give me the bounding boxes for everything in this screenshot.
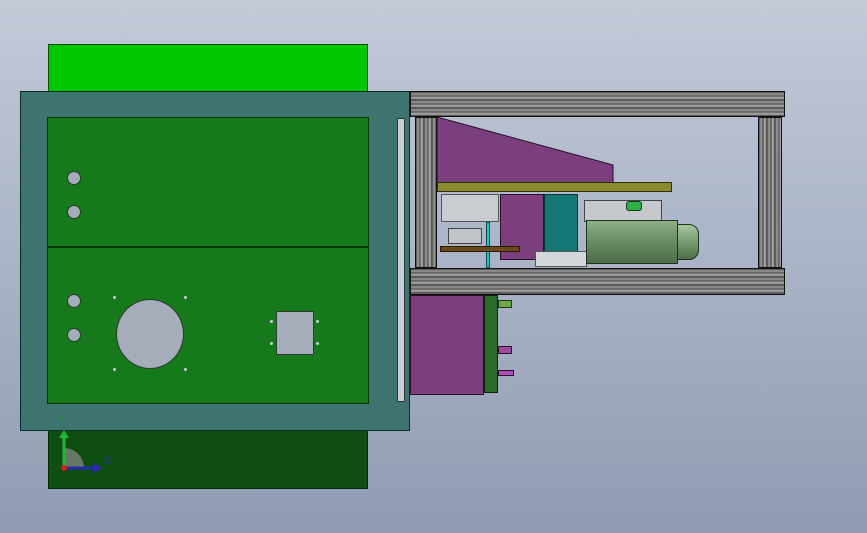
right-extrusion-post xyxy=(758,117,782,268)
mounting-hole xyxy=(67,171,81,185)
teal-inner-block xyxy=(544,194,578,254)
brown-bar xyxy=(440,246,520,252)
gray-guide xyxy=(441,194,499,222)
small-component xyxy=(498,300,512,308)
small-component xyxy=(498,346,512,354)
cyan-rod xyxy=(486,222,490,268)
lower-green-panel xyxy=(47,247,369,404)
axis-y-label: Y xyxy=(59,414,66,425)
upper-gray-block xyxy=(584,200,662,222)
gray-bracket xyxy=(448,228,482,244)
top-extrusion-rail xyxy=(410,91,785,117)
small-component xyxy=(498,370,514,376)
cad-viewport[interactable]: Y Z xyxy=(0,0,867,533)
mounting-hole xyxy=(67,205,81,219)
motor-connector xyxy=(626,201,642,211)
screw-dot xyxy=(316,320,319,323)
upper-green-panel xyxy=(47,117,369,247)
vertical-circuit-strip xyxy=(484,295,498,393)
mounting-hole xyxy=(67,328,81,342)
mounting-hole xyxy=(67,294,81,308)
square-cutout xyxy=(276,311,314,355)
bottom-extrusion-rail xyxy=(410,268,785,295)
screw-dot xyxy=(184,368,187,371)
coordinate-triad-icon xyxy=(59,430,102,473)
top-green-tab xyxy=(48,44,368,92)
frame-side-strip xyxy=(397,118,405,402)
purple-lower-housing xyxy=(410,295,484,395)
screw-dot xyxy=(270,342,273,345)
screw-dot xyxy=(113,296,116,299)
olive-mounting-plate xyxy=(437,182,672,192)
screw-dot xyxy=(113,368,116,371)
purple-wedge-bracket xyxy=(437,117,614,184)
motor-end-cap xyxy=(677,224,699,260)
screw-dot xyxy=(184,296,187,299)
gray-slide xyxy=(535,251,587,267)
servo-motor xyxy=(586,220,678,264)
left-extrusion-post xyxy=(415,117,437,268)
screw-dot xyxy=(270,320,273,323)
screw-dot xyxy=(316,342,319,345)
axis-z-label: Z xyxy=(104,456,111,467)
motor-cutout-circle xyxy=(116,299,184,369)
